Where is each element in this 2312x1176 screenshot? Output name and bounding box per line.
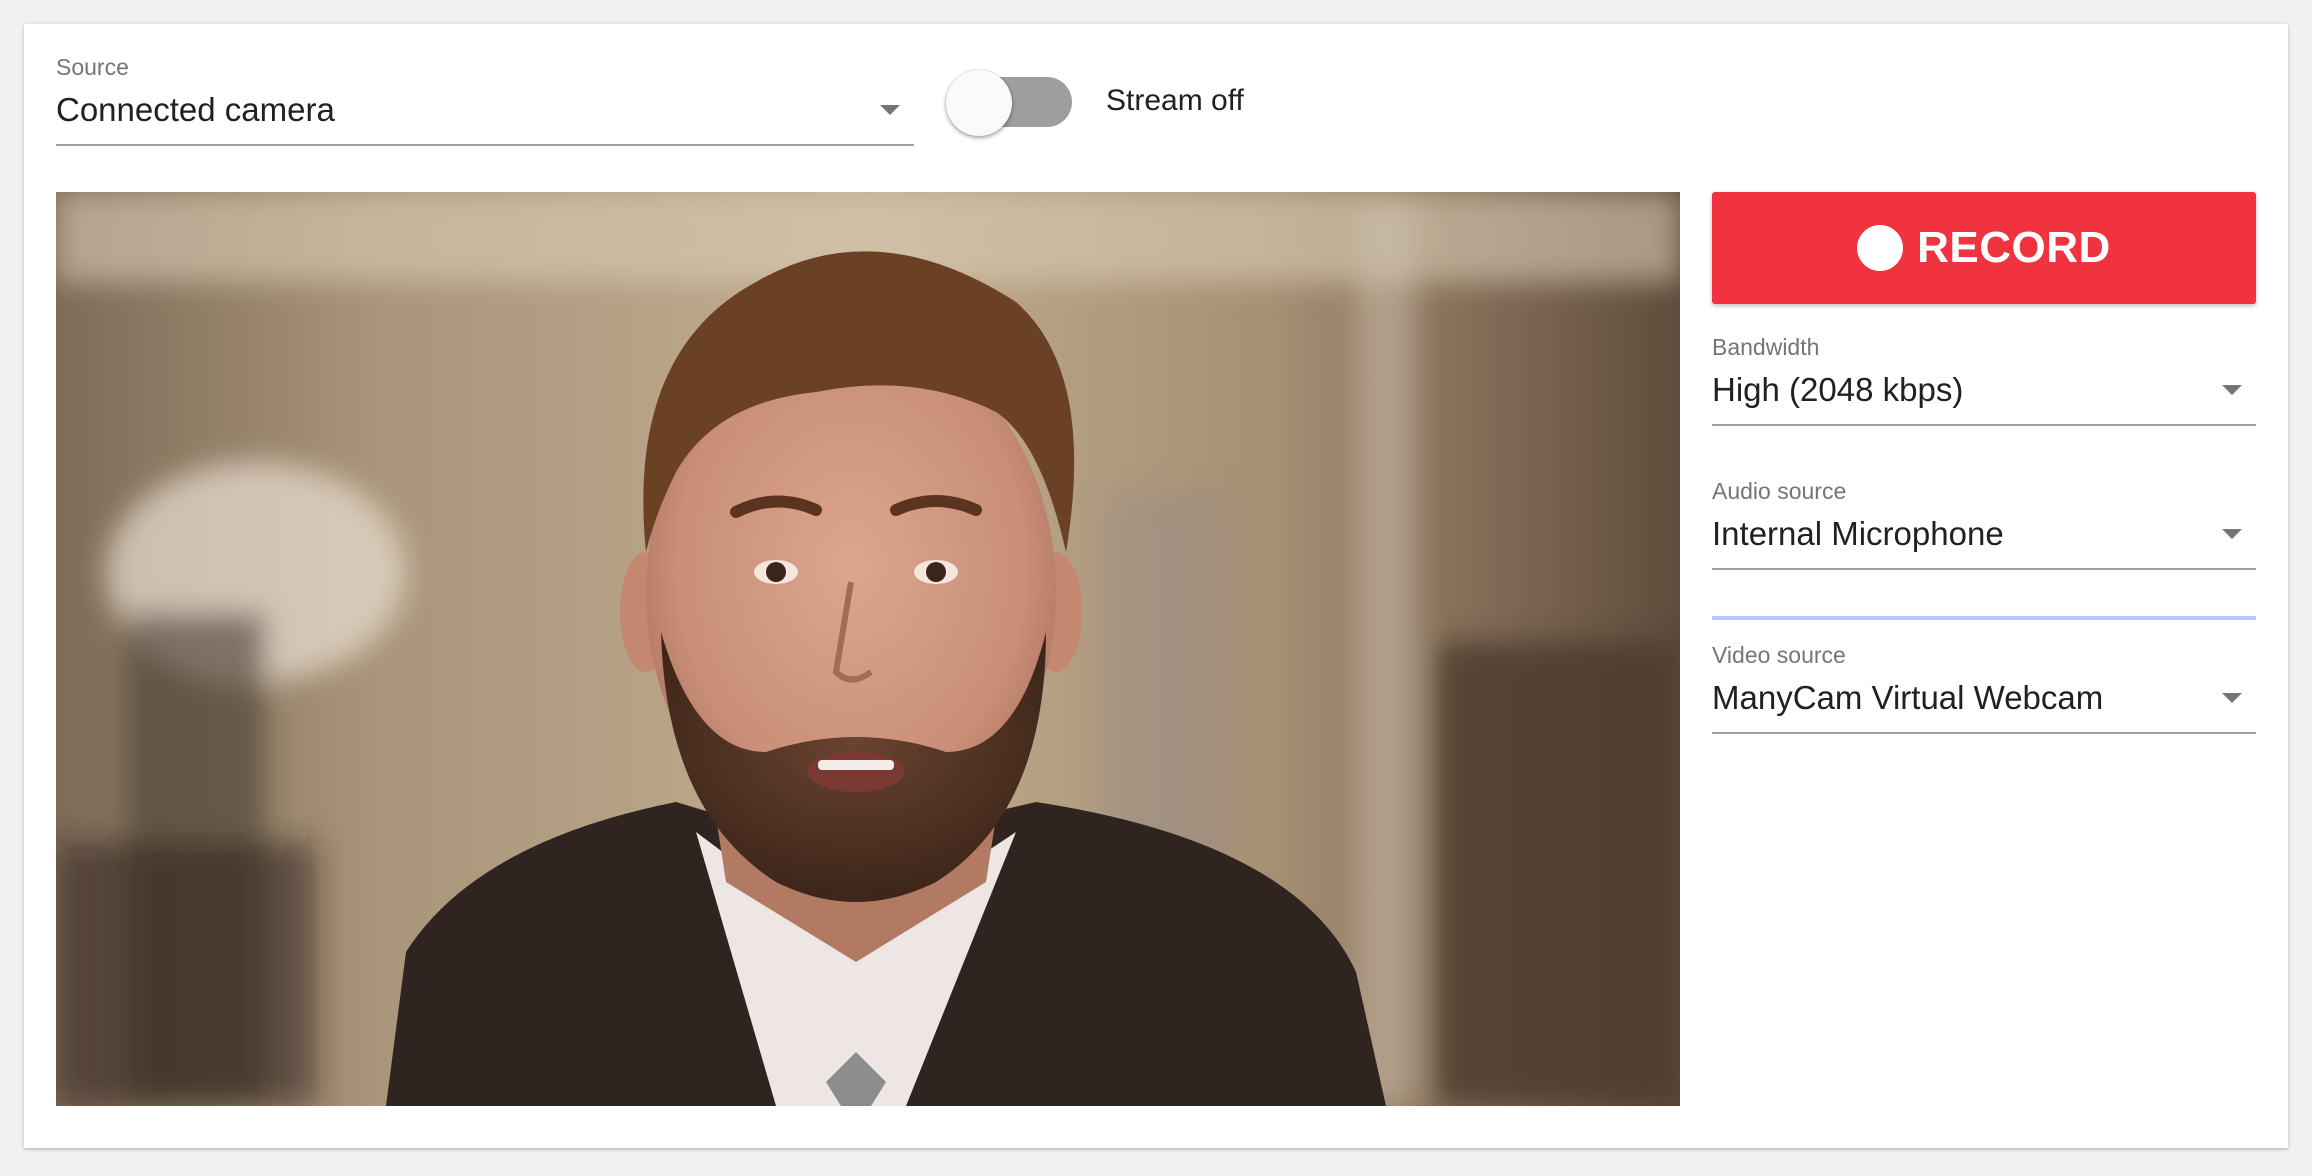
audio-source-select[interactable]: Audio source Internal Microphone xyxy=(1712,478,2256,572)
bandwidth-value: High (2048 kbps) xyxy=(1712,371,1964,408)
record-button-label: RECORD xyxy=(1917,223,2111,272)
source-label: Source xyxy=(56,54,129,80)
dropdown-arrow-icon xyxy=(2222,529,2242,539)
source-underline xyxy=(56,144,914,146)
audio-source-value: Internal Microphone xyxy=(1712,515,2004,552)
bandwidth-select[interactable]: Bandwidth High (2048 kbps) xyxy=(1712,334,2256,428)
record-button[interactable]: RECORD xyxy=(1712,192,2256,304)
video-preview xyxy=(56,192,1680,1106)
dropdown-arrow-icon xyxy=(880,105,900,115)
stream-toggle-thumb xyxy=(946,70,1012,136)
video-source-underline xyxy=(1712,732,2256,734)
dropdown-arrow-icon xyxy=(2222,693,2242,703)
stream-toggle[interactable] xyxy=(946,70,1096,136)
video-source-select[interactable]: Video source ManyCam Virtual Webcam xyxy=(1712,642,2256,736)
audio-source-label: Audio source xyxy=(1712,478,1847,504)
source-value: Connected camera xyxy=(56,91,335,128)
stream-status-label: Stream off xyxy=(1106,84,1244,117)
bandwidth-underline xyxy=(1712,424,2256,426)
video-source-value: ManyCam Virtual Webcam xyxy=(1712,679,2104,716)
stream-settings-card: Source Connected camera Stream off RECOR… xyxy=(24,24,2288,1148)
audio-source-underline xyxy=(1712,568,2256,570)
record-dot-icon xyxy=(1857,225,1904,271)
source-select[interactable]: Source Connected camera xyxy=(56,54,914,148)
bandwidth-label: Bandwidth xyxy=(1712,334,1820,360)
focus-indicator-line xyxy=(1712,616,2256,620)
presenter-image xyxy=(56,192,1680,1106)
dropdown-arrow-icon xyxy=(2222,385,2242,395)
video-source-label: Video source xyxy=(1712,642,1846,668)
